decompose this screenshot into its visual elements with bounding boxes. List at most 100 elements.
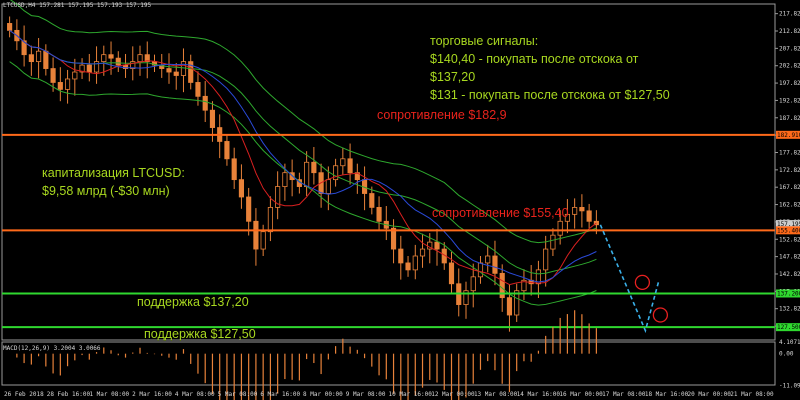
candle-body [36,50,42,63]
candle-body [57,82,63,90]
target-circle-1 [634,274,651,291]
candle-body [347,158,353,174]
price-badge-label: 182.910 [777,132,800,139]
support-label-2: поддержка $127,50 [144,327,256,341]
price-chart: 217.820 212.820 207.820 202.820 197.820 192.8… [1,0,800,400]
price-tick-label: 187.820 [779,115,800,122]
candle-body [7,23,13,31]
price-tick-label: 217.820 [779,11,800,18]
price-tick-label: 172.820 [779,167,800,174]
candle-body [72,71,78,80]
candle-body [50,68,56,83]
candle-body [101,54,107,63]
time-axis-label: 2 Mar 16:00 [132,391,172,398]
candle-body [325,179,331,194]
price-tick-label: 207.820 [779,45,800,52]
candle-body [260,231,266,250]
candle-body [550,234,556,250]
candle-body [224,141,230,160]
candle-body [543,248,549,271]
time-axis-label: 10 Mar 16:00 [389,391,433,398]
price-tick-label: 197.820 [779,80,800,87]
price-tick-label: 152.820 [779,236,800,243]
price-tick-label: 202.820 [779,63,800,70]
candle-body [492,255,498,274]
time-axis-label: 13 Mar 08:00 [474,391,518,398]
time-axis-label: 14 Mar 16:00 [517,391,561,398]
signals-title: торговые сигналы: [430,34,539,48]
time-axis-label: 8 Mar 00:00 [303,391,343,398]
candle-body [195,82,201,97]
macd-label: MACD(12,26,9) 3.2004 3.0066 [3,345,101,352]
macd-tick-label: 0.00 [779,351,794,358]
candle-body [238,179,245,198]
candle-body [28,54,34,63]
time-axis-label: 26 Feb 2018 [4,391,44,398]
candle-body [369,193,375,208]
time-axis-label: 9 Mar 08:00 [346,391,386,398]
signal-2: $131 - покупать после отскока от $127,50 [430,88,670,102]
time-axis-label: 20 Mar 00:00 [688,391,732,398]
forecast-path [599,224,660,334]
candle-body [412,255,418,271]
candle-body [398,248,404,264]
candle-body [231,158,237,181]
price-tick-label: 162.820 [779,202,800,209]
candle-body [557,220,563,236]
candle-body [267,207,273,233]
time-axis-label: 21 Mar 08:00 [730,391,774,398]
time-axis-label: 4 Mar 08:00 [175,391,215,398]
price-tick-label: 192.820 [779,97,800,104]
candle-body [137,54,143,63]
candle-body [180,61,187,76]
price-tick-label: 132.820 [779,306,800,313]
resistance-label-2: сопротивление $155,40 [432,206,569,220]
candle-body [376,207,382,222]
time-axis-label: 5 Mar 08:00 [218,391,258,398]
candle-body [253,220,259,250]
price-badge-label: 155.400 [777,227,800,234]
candle-body [405,262,411,271]
chart-window: 217.820 212.820 207.820 202.820 197.820 192.8… [0,0,800,400]
candle-body [419,248,426,257]
price-tick-label: 167.820 [779,184,800,191]
candle-body [485,255,491,264]
candle-body [340,158,346,167]
symbol-info: LTCUSD,H4 157.281 157.195 157.193 157.19… [3,2,152,9]
candle-body [86,64,92,73]
candle-body [506,297,513,316]
time-axis-label: 6 Mar 16:00 [260,391,300,398]
candle-body [209,109,216,128]
candle-body [579,207,585,212]
candle-body [586,210,592,222]
candle-body [115,57,121,66]
signal-1: $140,40 - покупать после отскока от [430,52,639,66]
candle-body [477,262,484,278]
price-tick-label: 212.820 [779,28,800,35]
price-tick-label: 147.820 [779,254,800,261]
target-circle-2 [652,307,669,323]
macd-pane-frame [1,341,776,386]
time-axis-label: 17 Mar 08:00 [602,391,646,398]
resistance-label-1: сопротивление $182,9 [377,108,507,122]
price-tick-label: 142.820 [779,271,800,278]
candle-body [202,95,208,111]
time-axis-label: 1 Mar 08:00 [89,391,129,398]
candle-body [246,196,252,222]
cap-value: $9,58 млрд (-$30 млн) [42,184,170,198]
candle-body [390,227,397,250]
candle-body [65,78,71,90]
candle-body [470,276,476,292]
cap-title: капитализация LTCUSD: [42,166,185,180]
macd-tick-label: -11.0955 [779,382,800,389]
price-badge-label: 137.200 [777,290,800,297]
candle-body [434,241,440,250]
candle-body [448,262,455,285]
candle-body [311,161,317,174]
candle-body [572,207,578,215]
time-axis-label: 12 Mar 00:00 [431,391,475,398]
price-badge-label: 127.500 [777,324,800,331]
candle-body [108,54,114,59]
macd-tick-label: 4.1071 [779,339,800,346]
candle-body [173,71,179,76]
